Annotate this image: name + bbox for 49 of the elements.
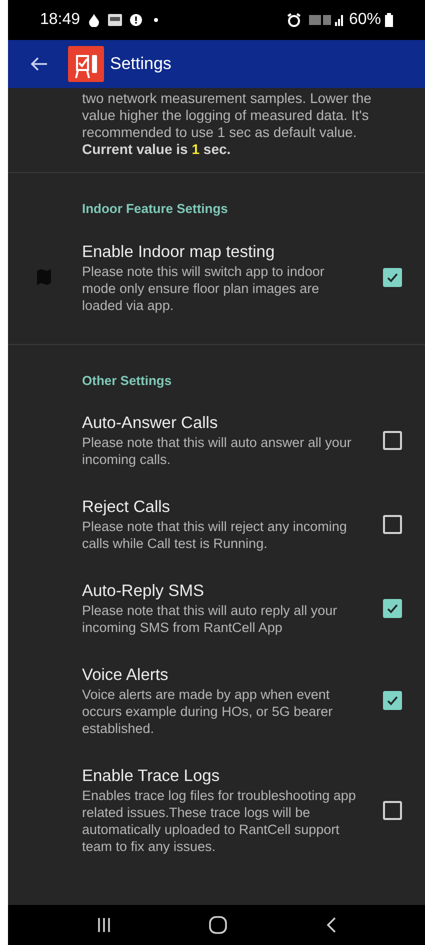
checkbox[interactable] (383, 430, 402, 450)
section-header: Other Settings (81, 372, 173, 390)
setting-description: Enables trace log files for troubleshooting app related issues.These trace logs will be automatically uploaded to RantCell support team to fix any issues. (82, 787, 357, 855)
checkbox[interactable] (383, 268, 402, 286)
description-text: recommended to use 1 sec as default value. (82, 124, 358, 141)
setting-description: Please note that this will auto reply all your incoming SMS from RantCell App (82, 602, 338, 636)
map-icon (37, 269, 51, 285)
app-logo-icon (68, 46, 104, 82)
recents-icon[interactable] (96, 917, 112, 933)
section-header: Indoor Feature Settings (81, 200, 229, 218)
setting-title: Auto-Answer Calls (82, 413, 219, 434)
back-icon[interactable] (324, 916, 337, 934)
setting-title: Enable Indoor map testing (82, 242, 276, 262)
setting-description: Please note that this will reject any incoming calls while Call test is Running. (82, 518, 348, 552)
setting-row[interactable]: Reject Calls Please note that this will reject any incoming calls while Call test is Running. (8, 482, 425, 566)
back-icon[interactable] (30, 55, 48, 73)
clock-text: 18:49 (40, 10, 80, 30)
setting-description: Please note this will switch app to indoor mode only ensure floor plan images are loaded via app. (82, 262, 326, 314)
check-icon (386, 694, 399, 707)
checkbox[interactable] (383, 691, 402, 710)
image-icon (108, 14, 122, 26)
checkbox[interactable] (383, 598, 402, 618)
checkbox[interactable] (383, 800, 402, 820)
setting-row[interactable]: Voice Alerts Voice alerts are made by app when event occurs example during HOs, or 5G bearer established. (8, 650, 425, 751)
battery-icon (385, 13, 393, 27)
battery-text: 60% (348, 10, 381, 30)
screen-title: Settings (110, 53, 172, 76)
alarm-icon (286, 13, 301, 27)
dot-icon (154, 18, 158, 22)
setting-row[interactable]: Auto-Answer Calls Please note that this will auto answer all your incoming calls. (8, 398, 425, 482)
setting-row[interactable]: Enable Indoor map testing Please note this will switch app to indoor mode only ensure floor plan images are loaded via app. (8, 226, 425, 328)
setting-row[interactable]: Auto-Reply SMS Please note that this will auto reply all your incoming SMS from RantCell App (8, 566, 425, 650)
drop-icon (88, 13, 100, 27)
setting-title: Auto-Reply SMS (82, 581, 205, 602)
setting-description: Voice alerts are made by app when event occurs example during HOs, or 5G bearer established. (82, 686, 334, 737)
setting-description: Please note that this will auto answer all your incoming calls. (82, 434, 352, 468)
description-text: value higher the logging of measured data. It's (82, 107, 370, 124)
check-icon (386, 602, 399, 614)
signal-icon (308, 13, 345, 27)
alert-icon (130, 14, 142, 26)
checkbox[interactable] (383, 514, 402, 534)
setting-row[interactable]: Enable Trace Logs Enables trace log files for troubleshooting app related issues.These trace logs will be automatically uploaded to RantCell support team to fix any issues. (8, 751, 425, 869)
home-icon[interactable] (208, 915, 228, 935)
description-text: two network measurement samples. Lower the (82, 90, 372, 107)
setting-title: Enable Trace Logs (82, 766, 221, 787)
setting-title: Reject Calls (82, 497, 172, 518)
check-icon (386, 270, 399, 284)
current-value-text: Current value is 1 sec. (82, 141, 232, 158)
setting-title: Voice Alerts (82, 665, 170, 686)
